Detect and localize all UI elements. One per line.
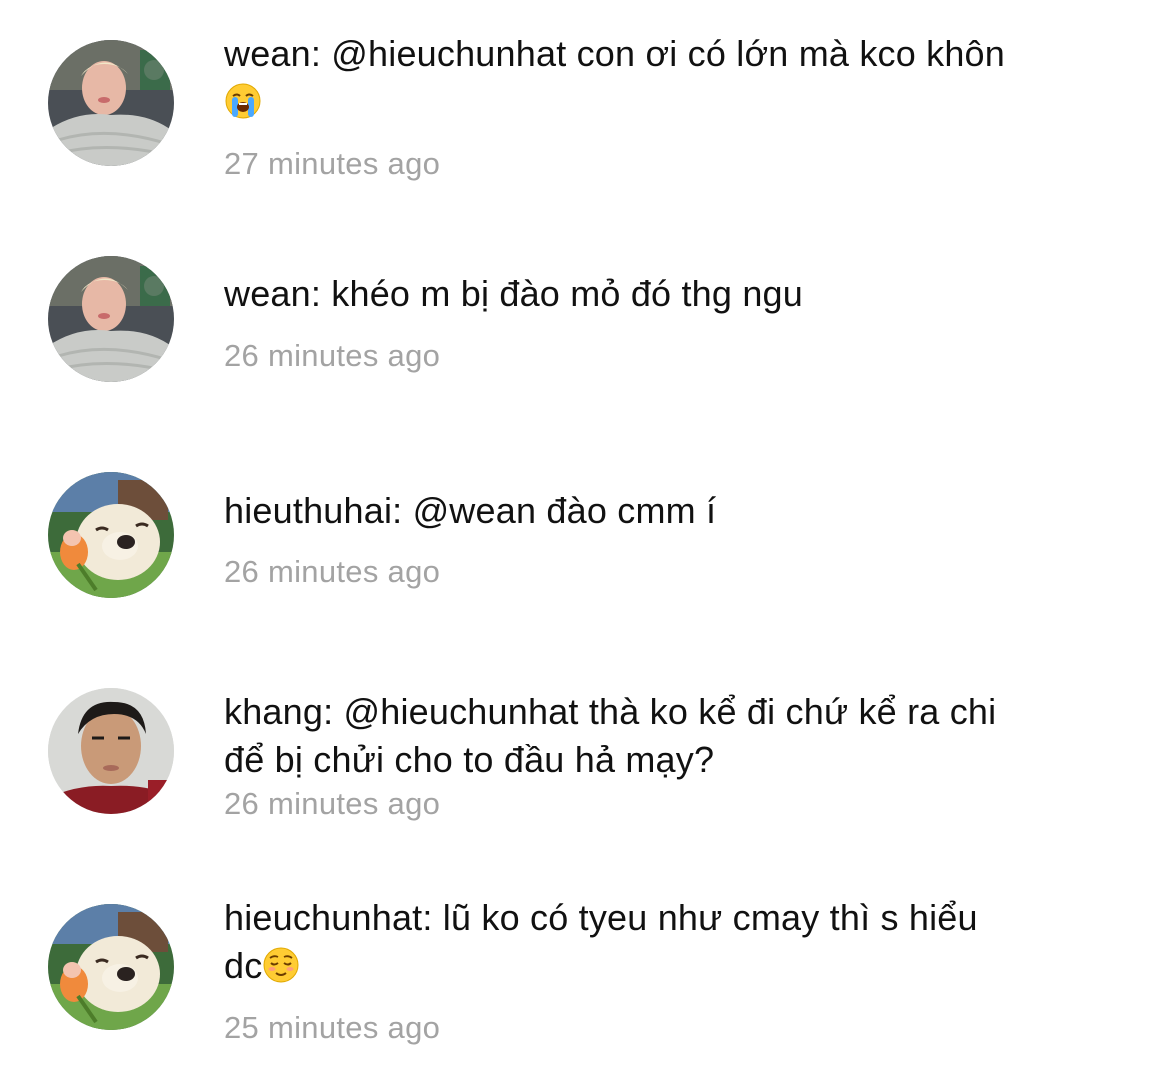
- comment-username[interactable]: khang: [224, 691, 323, 732]
- comment-username[interactable]: wean: [224, 273, 311, 314]
- comment-body: lũ ko có tyeu như cmay thì s hiểu: [442, 897, 978, 938]
- avatar[interactable]: [48, 40, 174, 166]
- relieved-face-emoji-icon: [263, 947, 299, 983]
- avatar[interactable]: [48, 688, 174, 814]
- comment-text: hieuchunhat: lũ ko có tyeu như cmay thì …: [224, 897, 978, 986]
- avatar-dog-with-flower-icon: [48, 472, 174, 598]
- comment-text: wean: @hieuchunhat con ơi có lớn mà kco …: [224, 30, 1124, 126]
- avatar-blond-person-icon: [48, 256, 174, 382]
- avatar[interactable]: [48, 256, 174, 382]
- comment-timestamp: 26 minutes ago: [224, 338, 441, 373]
- avatar[interactable]: [48, 472, 174, 598]
- comment-username[interactable]: hieuchunhat: [224, 897, 422, 938]
- comment-body: @hieuchunhat con ơi có lớn mà kco khôn: [331, 33, 1006, 74]
- comment-body-line2: dc: [224, 945, 263, 986]
- loudly-crying-face-emoji-icon: [225, 83, 261, 119]
- avatar-blond-person-icon: [48, 40, 174, 166]
- comment-username[interactable]: wean: [224, 33, 311, 74]
- comment-body: khéo m bị đào mỏ đó thg ngu: [331, 273, 803, 314]
- comment-text: khang: @hieuchunhat thà ko kể đi chứ kể …: [224, 691, 997, 780]
- comment-body: @wean đào cmm í: [412, 490, 717, 531]
- comment-body-line2: để bị chửi cho to đầu hả mạy?: [224, 739, 715, 780]
- comment-username[interactable]: hieuthuhai: [224, 490, 392, 531]
- comment-body: @hieuchunhat thà ko kể đi chứ kể ra chi: [343, 691, 997, 732]
- avatar-young-man-icon: [48, 688, 174, 814]
- comment-timestamp: 26 minutes ago: [224, 554, 441, 589]
- comment-text: wean: khéo m bị đào mỏ đó thg ngu: [224, 273, 803, 314]
- comment-timestamp: 27 minutes ago: [224, 146, 441, 181]
- comment-text: hieuthuhai: @wean đào cmm í: [224, 490, 717, 531]
- comment-timestamp: 26 minutes ago: [224, 786, 441, 821]
- comment-timestamp: 25 minutes ago: [224, 1010, 441, 1045]
- avatar-dog-with-flower-icon: [48, 904, 174, 1030]
- avatar[interactable]: [48, 904, 174, 1030]
